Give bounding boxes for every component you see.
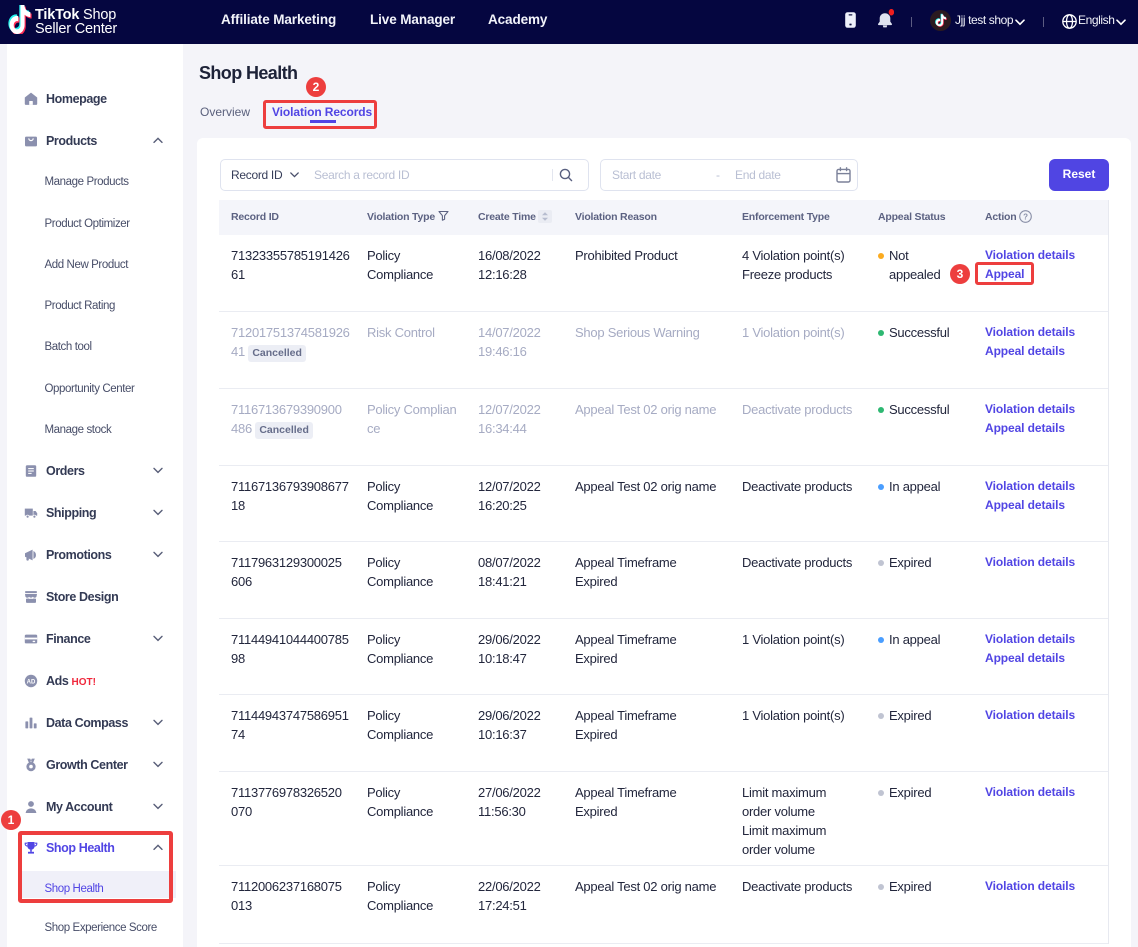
svg-text:?: ? (1023, 212, 1028, 221)
svg-text:AD: AD (27, 679, 36, 685)
